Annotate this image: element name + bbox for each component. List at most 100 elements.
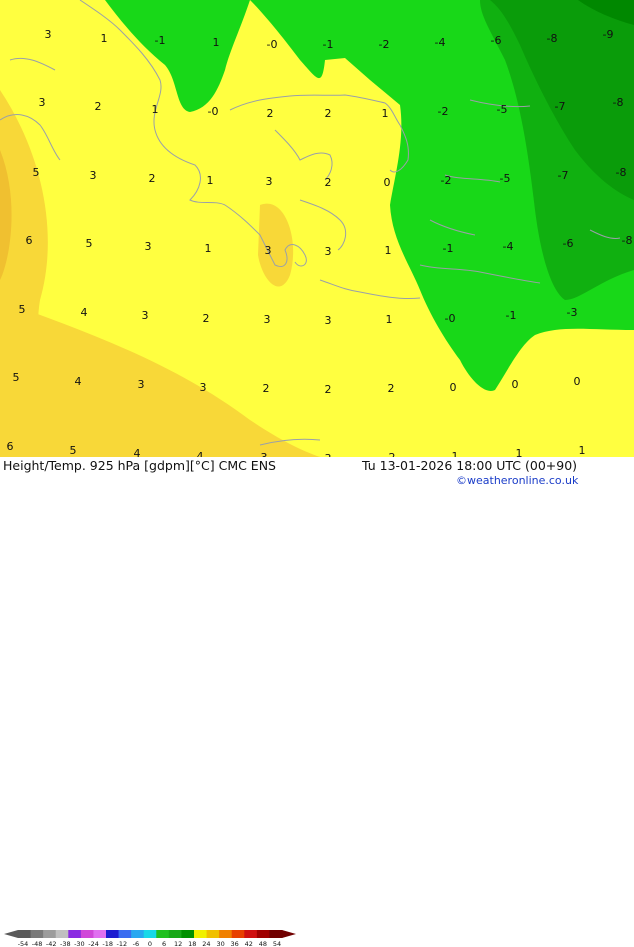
isoline-value: -9 bbox=[603, 28, 614, 41]
isoline-value: 6 bbox=[7, 440, 14, 453]
isoline-value: 3 bbox=[325, 314, 332, 327]
isoline-value: 5 bbox=[33, 166, 40, 179]
legend-tick-label: -30 bbox=[74, 940, 85, 947]
isoline-value: 2 bbox=[325, 383, 332, 396]
isoline-value: -5 bbox=[497, 103, 508, 116]
isoline-value: -8 bbox=[547, 32, 558, 45]
isoline-value: -0 bbox=[267, 38, 278, 51]
legend-tick-label: -24 bbox=[88, 940, 99, 947]
isoline-value: 3 bbox=[39, 96, 46, 109]
legend-swatch bbox=[231, 930, 245, 938]
isoline-value: -7 bbox=[558, 169, 569, 182]
legend-tick-label: 24 bbox=[202, 940, 210, 947]
isoline-value: -6 bbox=[563, 237, 574, 250]
legend-tick-label: 36 bbox=[231, 940, 239, 947]
isoline-value: -5 bbox=[500, 172, 511, 185]
isoline-value: 6 bbox=[26, 234, 33, 247]
credit-link[interactable]: ©weatheronline.co.uk bbox=[456, 474, 578, 487]
footer-bar: Height/Temp. 925 hPa [gdpm][°C] CMC ENS … bbox=[0, 457, 634, 947]
isoline-value: 3 bbox=[45, 28, 52, 41]
legend-swatch bbox=[219, 930, 233, 938]
isoline-value: 3 bbox=[265, 244, 272, 257]
isoline-value: -8 bbox=[613, 96, 624, 109]
isoline-value: 3 bbox=[138, 378, 145, 391]
isoline-value: 3 bbox=[145, 240, 152, 253]
isoline-value: 0 bbox=[450, 381, 457, 394]
isoline-value: 1 bbox=[207, 174, 214, 187]
legend-tick-label: 42 bbox=[245, 940, 253, 947]
legend-swatch bbox=[244, 930, 258, 938]
isoline-value: 2 bbox=[325, 176, 332, 189]
legend-tick-label: 30 bbox=[216, 940, 224, 947]
isoline-value: 3 bbox=[142, 309, 149, 322]
isoline-value: -4 bbox=[435, 36, 446, 49]
isoline-value: 0 bbox=[574, 375, 581, 388]
isoline-value: 3 bbox=[325, 245, 332, 258]
isoline-value: 3 bbox=[90, 169, 97, 182]
legend-tick-label: 12 bbox=[174, 940, 182, 947]
isoline-value: 2 bbox=[388, 382, 395, 395]
isoline-value: 3 bbox=[266, 175, 273, 188]
isoline-value: 5 bbox=[70, 444, 77, 457]
isoline-value: -4 bbox=[503, 240, 514, 253]
isoline-value: 2 bbox=[203, 312, 210, 325]
isoline-value: 4 bbox=[197, 450, 204, 457]
legend-swatch bbox=[194, 930, 208, 938]
isoline-value: -0 bbox=[208, 105, 219, 118]
legend-tick-label: -12 bbox=[116, 940, 127, 947]
legend-arrow-right bbox=[282, 930, 296, 938]
legend-tick-label: -42 bbox=[46, 940, 57, 947]
legend-tick-label: -6 bbox=[133, 940, 139, 947]
isoline-value: -6 bbox=[491, 34, 502, 47]
legend-tick-label: -48 bbox=[32, 940, 43, 947]
legend-tick-label: -18 bbox=[102, 940, 113, 947]
isoline-value: 1 bbox=[101, 32, 108, 45]
isoline-value: 2 bbox=[263, 382, 270, 395]
legend-swatch bbox=[93, 930, 107, 938]
isoline-value: 0 bbox=[384, 176, 391, 189]
legend-swatch bbox=[168, 930, 182, 938]
isoline-value: 0 bbox=[512, 378, 519, 391]
isoline-value: 3 bbox=[200, 381, 207, 394]
isoline-value: 2 bbox=[95, 100, 102, 113]
legend-swatch bbox=[80, 930, 94, 938]
isoline-value: 1 bbox=[386, 313, 393, 326]
isoline-value: 2 bbox=[325, 107, 332, 120]
isoline-value: -3 bbox=[567, 306, 578, 319]
legend-swatch bbox=[55, 930, 69, 938]
isoline-value: -1 bbox=[155, 34, 166, 47]
legend-swatch bbox=[118, 930, 132, 938]
legend-swatch bbox=[131, 930, 145, 938]
isoline-value: 1 bbox=[385, 244, 392, 257]
color-legend: -54 -48 -42 -38 -30 -24 -18 -12 -6 0 6 12 18 24 30 36 42… bbox=[4, 930, 296, 947]
legend-swatch bbox=[181, 930, 195, 938]
legend-swatch bbox=[43, 930, 57, 938]
legend-arrow-left bbox=[4, 930, 18, 938]
isoline-value: 5 bbox=[19, 303, 26, 316]
isoline-value: -1 bbox=[443, 242, 454, 255]
legend-swatch bbox=[30, 930, 44, 938]
legend-tick-label: 54 bbox=[273, 940, 281, 947]
isoline-value: -1 bbox=[506, 309, 517, 322]
isoline-value: 5 bbox=[86, 237, 93, 250]
isoline-value: 4 bbox=[75, 375, 82, 388]
weather-map: 3 1 -1 1 -0 -1 -2 -4 -6 -8 -9 3 2 1 -0 2 2 1 -2 -5 -7 -8 5 3 2 1 3… bbox=[0, 0, 634, 457]
isoline-value: 1 bbox=[382, 107, 389, 120]
legend-tick-label: 18 bbox=[188, 940, 196, 947]
isoline-value: 1 bbox=[205, 242, 212, 255]
isoline-value: 3 bbox=[264, 313, 271, 326]
isoline-value: -8 bbox=[616, 166, 627, 179]
isoline-value: 1 bbox=[213, 36, 220, 49]
isoline-value: -2 bbox=[438, 105, 449, 118]
legend-swatch bbox=[256, 930, 270, 938]
isoline-value: 1 bbox=[452, 450, 459, 457]
isoline-value: 1 bbox=[579, 444, 586, 457]
isoline-value: -2 bbox=[379, 38, 390, 51]
isoline-value: 5 bbox=[13, 371, 20, 384]
legend-swatch bbox=[18, 930, 32, 938]
legend-swatch bbox=[106, 930, 120, 938]
legend-tick-label: -54 bbox=[18, 940, 29, 947]
legend-swatch bbox=[206, 930, 220, 938]
legend-tick-label: -38 bbox=[60, 940, 71, 947]
isoline-value: -1 bbox=[323, 38, 334, 51]
